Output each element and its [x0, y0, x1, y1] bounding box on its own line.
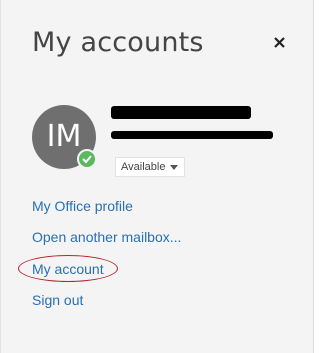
chevron-down-icon — [170, 165, 178, 170]
window-edge — [313, 0, 321, 353]
status-dropdown[interactable]: Available — [115, 157, 185, 177]
accounts-panel: My accounts IM Available My Office profi… — [0, 0, 313, 353]
presence-available-icon — [77, 149, 97, 169]
status-label: Available — [121, 161, 166, 173]
my-office-profile-link[interactable]: My Office profile — [32, 198, 133, 214]
redacted-name — [111, 106, 251, 119]
redacted-email — [111, 131, 273, 139]
close-icon[interactable] — [271, 34, 291, 54]
open-another-mailbox-link[interactable]: Open another mailbox... — [32, 229, 181, 245]
my-account-link[interactable]: My account — [32, 261, 104, 277]
page-title: My accounts — [32, 27, 204, 58]
sign-out-link[interactable]: Sign out — [32, 292, 83, 308]
